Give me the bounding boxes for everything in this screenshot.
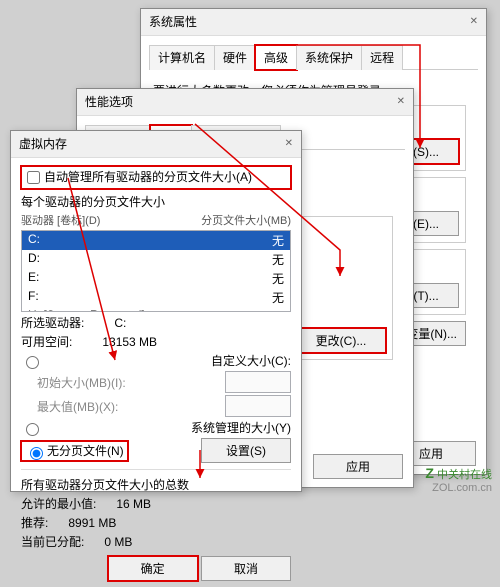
- sel-drive-label: 所选驱动器:: [21, 314, 84, 331]
- titlebar: 虚拟内存 ✕: [11, 131, 301, 158]
- change-button[interactable]: 更改(C)...: [296, 328, 386, 353]
- auto-manage-row: 自动管理所有驱动器的分页文件大小(A): [21, 166, 291, 189]
- system-managed-label: 系统管理的大小(Y): [191, 419, 291, 436]
- rec-label: 推荐:: [21, 514, 48, 531]
- tab-system-protection[interactable]: 系统保护: [296, 45, 362, 70]
- min-label: 允许的最小值:: [21, 495, 96, 512]
- each-drive-label: 每个驱动器的分页文件大小: [21, 193, 291, 210]
- cancel-button[interactable]: 取消: [201, 556, 291, 581]
- virtual-memory-dialog: 虚拟内存 ✕ 自动管理所有驱动器的分页文件大小(A) 每个驱动器的分页文件大小 …: [10, 130, 302, 492]
- drive-row[interactable]: H: [System Reserved]无: [22, 307, 290, 312]
- sel-drive-value: C:: [114, 316, 291, 330]
- col-drive: 驱动器 [卷标](D): [21, 212, 100, 228]
- max-size-label: 最大值(MB)(X):: [37, 398, 118, 415]
- tab-remote[interactable]: 远程: [361, 45, 403, 70]
- no-page-row: 无分页文件(N): [21, 441, 128, 461]
- title: 虚拟内存: [19, 131, 67, 157]
- init-size-input[interactable]: [225, 371, 291, 393]
- logo-cn: 中关村在线: [437, 469, 492, 481]
- totals-header: 所有驱动器分页文件大小的总数: [21, 476, 291, 493]
- tabs: 计算机名 硬件 高级 系统保护 远程: [149, 44, 478, 70]
- cur-label: 当前已分配:: [21, 533, 84, 550]
- system-managed-radio[interactable]: [26, 423, 39, 436]
- auto-manage-label: 自动管理所有驱动器的分页文件大小(A): [44, 170, 252, 184]
- rec-value: 8991 MB: [68, 516, 291, 530]
- titlebar: 性能选项 ✕: [77, 89, 413, 116]
- drive-listbox[interactable]: C:无D:无E:无F:无H: [System Reserved]无: [21, 230, 291, 312]
- title: 系统属性: [149, 9, 197, 35]
- drive-row[interactable]: E:无: [22, 269, 290, 288]
- drive-row[interactable]: C:无: [22, 231, 290, 250]
- close-icon[interactable]: ✕: [285, 131, 293, 157]
- drive-row[interactable]: D:无: [22, 250, 290, 269]
- init-size-label: 初始大小(MB)(I):: [37, 374, 126, 391]
- no-paging-radio[interactable]: [30, 447, 43, 460]
- custom-size-radio[interactable]: [26, 356, 39, 369]
- logo-z: Z: [425, 465, 434, 481]
- col-size: 分页文件大小(MB): [201, 212, 291, 228]
- watermark-logo: Z 中关村在线 ZOL.com.cn: [425, 465, 492, 494]
- avail-label: 可用空间:: [21, 333, 72, 350]
- close-icon[interactable]: ✕: [397, 89, 405, 115]
- max-size-input[interactable]: [225, 395, 291, 417]
- tab-computer-name[interactable]: 计算机名: [149, 45, 215, 70]
- tab-advanced[interactable]: 高级: [255, 45, 297, 70]
- avail-value: 13153 MB: [102, 335, 291, 349]
- min-value: 16 MB: [116, 497, 291, 511]
- drive-row[interactable]: F:无: [22, 288, 290, 307]
- no-paging-label: 无分页文件(N): [47, 444, 124, 458]
- titlebar: 系统属性 ✕: [141, 9, 486, 36]
- tab-hardware[interactable]: 硬件: [214, 45, 256, 70]
- cur-value: 0 MB: [104, 535, 291, 549]
- ok-button[interactable]: 确定: [108, 556, 198, 581]
- set-button[interactable]: 设置(S): [201, 438, 291, 463]
- custom-size-label: 自定义大小(C):: [211, 352, 291, 369]
- apply-button[interactable]: 应用: [313, 454, 403, 479]
- title: 性能选项: [85, 89, 133, 115]
- close-icon[interactable]: ✕: [470, 9, 478, 35]
- logo-url: ZOL.com.cn: [432, 482, 492, 494]
- auto-manage-checkbox[interactable]: [27, 171, 40, 184]
